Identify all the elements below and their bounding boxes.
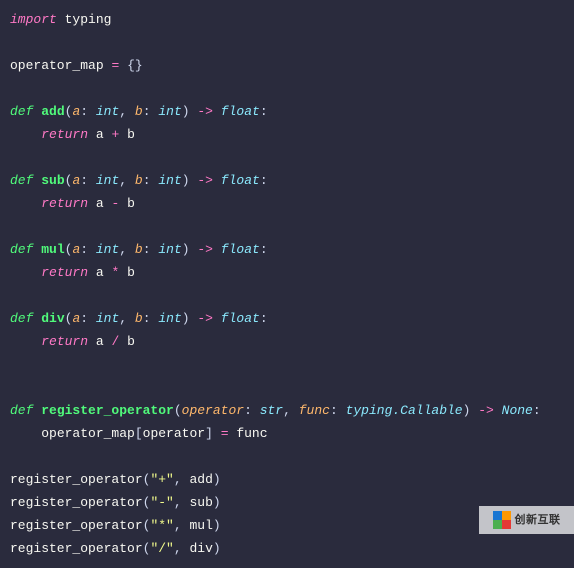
code-block: import typing operator_map = {} def add(…	[0, 0, 574, 568]
watermark-badge: 创新互联	[479, 506, 574, 534]
fn-div: div	[41, 311, 64, 326]
var-name: operator_map	[10, 58, 104, 73]
fn-mul: mul	[41, 242, 64, 257]
import-keyword: import	[10, 12, 57, 27]
fn-sub: sub	[41, 173, 64, 188]
watermark-text: 创新互联	[515, 509, 561, 532]
watermark-logo-icon	[493, 511, 511, 529]
def-keyword: def	[10, 104, 33, 119]
fn-register-operator: register_operator	[41, 403, 174, 418]
fn-add: add	[41, 104, 64, 119]
module-name: typing	[65, 12, 112, 27]
